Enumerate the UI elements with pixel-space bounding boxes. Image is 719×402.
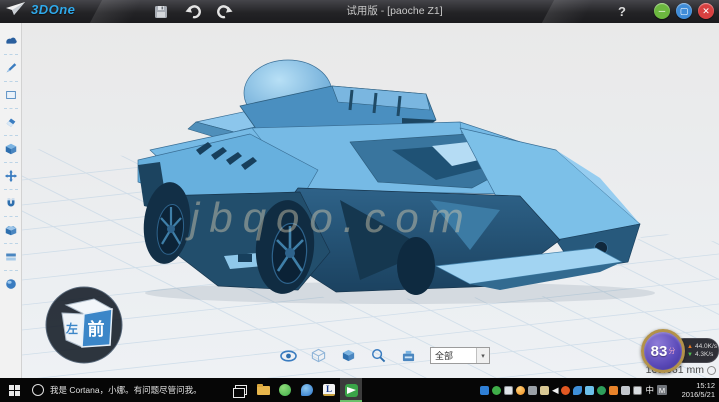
move-tool-icon[interactable] xyxy=(1,166,21,186)
tray-camera-icon[interactable] xyxy=(540,386,549,395)
workspace: jbqoo.com 左 前 xyxy=(0,23,719,378)
zoom-magnifier-button[interactable] xyxy=(370,348,387,364)
taskbar-browser[interactable] xyxy=(296,378,318,402)
app-window: 3DOne xyxy=(0,0,719,402)
taskbar-file-explorer[interactable] xyxy=(252,378,274,402)
cortana-search[interactable]: 我是 Cortana，小娜。有问题尽管问我。 xyxy=(28,378,230,402)
window-title: 试用版 - [paoche Z1] xyxy=(0,0,719,23)
tray-display-icon[interactable] xyxy=(504,386,513,395)
help-button[interactable]: ? xyxy=(618,4,626,19)
cube-tool-icon[interactable] xyxy=(1,139,21,159)
tray-m-badge[interactable]: M xyxy=(657,385,667,395)
upload-arrow-icon: ▲ xyxy=(687,343,693,351)
sphere-tool-icon[interactable] xyxy=(1,274,21,294)
watermark-text: jbqoo.com xyxy=(185,194,474,241)
export-box-button[interactable] xyxy=(400,348,417,364)
layers-tool-icon[interactable] xyxy=(1,247,21,267)
gauge-value: 83 xyxy=(651,343,668,360)
box-tool-icon[interactable] xyxy=(1,220,21,240)
view-cube[interactable]: 左 前 xyxy=(42,283,126,367)
windows-logo-icon xyxy=(9,385,20,396)
left-toolbar xyxy=(0,23,22,378)
tray-bluetooth-icon[interactable] xyxy=(480,386,489,395)
windows-taskbar: 我是 Cortana，小娜。有问题尽管问我。 L ◀ 中 M xyxy=(0,378,719,402)
gauge-unit: 分 xyxy=(668,346,675,356)
brush-tool-icon[interactable] xyxy=(1,58,21,78)
filter-value: 全部 xyxy=(431,349,476,362)
tray-volume-icon[interactable]: ◀ xyxy=(552,386,559,395)
viewport-toolbar: 全部 ▾ xyxy=(280,347,490,364)
eraser-tool-icon[interactable] xyxy=(1,112,21,132)
taskbar-3done-active[interactable] xyxy=(340,378,362,402)
system-tray: ◀ 中 M xyxy=(480,385,671,395)
cortana-icon xyxy=(32,384,44,396)
tray-orange-icon[interactable] xyxy=(609,386,618,395)
clay-tool-icon[interactable] xyxy=(1,31,21,51)
lol-icon: L xyxy=(323,384,335,396)
tray-flame-icon[interactable] xyxy=(561,386,570,395)
3done-icon xyxy=(345,384,358,397)
start-button[interactable] xyxy=(0,378,28,402)
window-controls: ? ─ ▢ ✕ xyxy=(618,3,714,19)
minimize-button[interactable]: ─ xyxy=(654,3,670,19)
display-filter-dropdown[interactable]: 全部 ▾ xyxy=(430,347,490,364)
upload-speed: 44.0K/s xyxy=(695,343,717,351)
tray-image-icon[interactable] xyxy=(585,386,594,395)
folder-icon xyxy=(257,386,270,395)
download-arrow-icon: ▼ xyxy=(687,351,693,359)
visibility-eye-button[interactable] xyxy=(280,348,297,364)
solid-cube-button[interactable] xyxy=(340,348,357,364)
maximize-button[interactable]: ▢ xyxy=(676,3,692,19)
viewcube-left-label[interactable]: 左 xyxy=(65,321,78,336)
sketch-tool-icon[interactable] xyxy=(1,85,21,105)
tray-antivirus-icon[interactable] xyxy=(492,386,501,395)
task-view-button[interactable] xyxy=(230,378,252,402)
wireframe-cube-button[interactable] xyxy=(310,348,327,364)
tray-monitor-icon[interactable] xyxy=(633,386,642,395)
scene-canvas: jbqoo.com xyxy=(22,23,719,378)
scale-badge-icon xyxy=(707,366,716,375)
download-speed: 4.3K/s xyxy=(695,351,713,359)
chevron-down-icon[interactable]: ▾ xyxy=(476,348,489,363)
viewport-3d[interactable]: jbqoo.com 左 前 xyxy=(22,23,719,378)
viewcube-front-label[interactable]: 前 xyxy=(88,319,105,339)
tray-cloud-icon[interactable] xyxy=(573,386,582,395)
clock-time: 15:12 xyxy=(671,381,715,390)
tray-utility-icon[interactable] xyxy=(528,386,537,395)
taskbar-green-app[interactable] xyxy=(274,378,296,402)
tray-gray-icon[interactable] xyxy=(621,386,630,395)
close-button[interactable]: ✕ xyxy=(698,3,714,19)
taskbar-clock[interactable]: 15:12 2016/5/21 xyxy=(671,381,719,399)
tray-360-icon[interactable] xyxy=(516,386,525,395)
car-model[interactable] xyxy=(138,60,640,296)
score-gauge[interactable]: 83 分 xyxy=(641,329,685,373)
browser-icon xyxy=(301,384,313,396)
cortana-text: 我是 Cortana，小娜。有问题尽管问我。 xyxy=(50,384,202,396)
titlebar: 3DOne xyxy=(0,0,719,23)
taskbar-lol[interactable]: L xyxy=(318,378,340,402)
magnet-tool-icon[interactable] xyxy=(1,193,21,213)
ime-indicator[interactable]: 中 xyxy=(645,386,654,395)
tray-globe-icon[interactable] xyxy=(597,386,606,395)
green-app-icon xyxy=(279,384,291,396)
clock-date: 2016/5/21 xyxy=(671,390,715,399)
task-view-icon xyxy=(235,385,247,395)
